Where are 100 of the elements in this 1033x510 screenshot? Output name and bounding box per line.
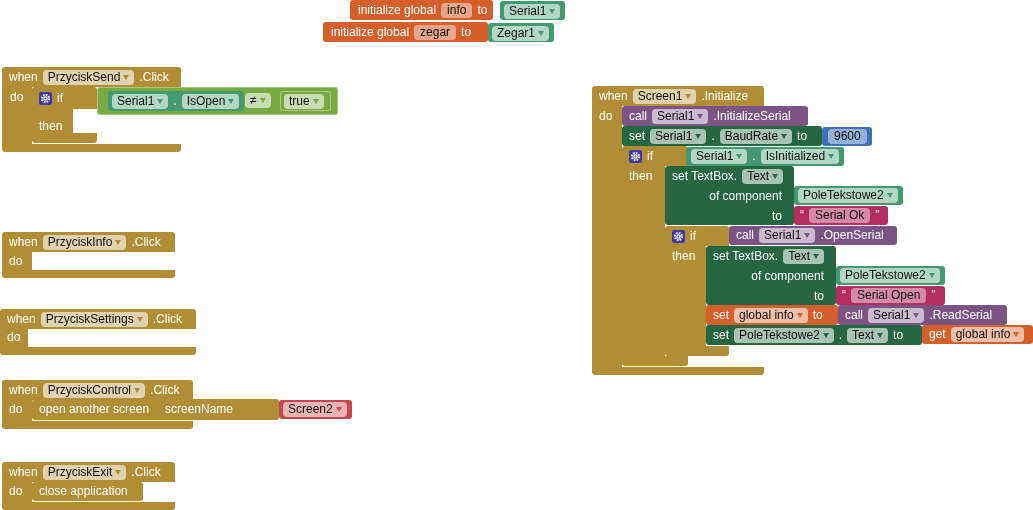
block-label: of component <box>709 188 782 204</box>
dropdown[interactable]: Serial1 <box>504 3 561 19</box>
block-label: .InitializeSerial <box>713 108 791 124</box>
block-label: . <box>173 93 177 109</box>
block-label: .Click <box>139 69 169 85</box>
block-label: to <box>814 288 824 304</box>
block-label: “ <box>842 287 846 303</box>
gear-icon[interactable] <box>629 149 642 163</box>
dropdown[interactable]: Screen1 <box>632 88 697 104</box>
dropdown[interactable]: Serial1 <box>112 93 169 109</box>
dropdown[interactable]: PoleTekstowe2 <box>840 267 940 283</box>
dropdown[interactable]: Text <box>783 248 825 264</box>
dropdown[interactable]: PrzyciskSettings <box>40 311 148 327</box>
block-label: do <box>9 401 23 417</box>
dropdown-arrow-icon <box>796 312 803 318</box>
dropdown-arrow-icon <box>115 469 122 475</box>
dropdown-arrow-icon <box>1013 331 1020 337</box>
block-label: set TextBox. <box>713 248 779 264</box>
dropdown[interactable]: PoleTekstowe2 <box>798 187 898 203</box>
gear-icon[interactable] <box>39 91 52 105</box>
block-label: to <box>461 24 472 40</box>
dropdown[interactable]: Serial1 <box>868 307 925 323</box>
block-label: when <box>7 311 36 327</box>
block-label: .Initialize <box>701 88 749 104</box>
dropdown[interactable]: BaudRate <box>719 128 793 144</box>
dropdown-arrow-icon <box>312 98 319 104</box>
dropdown[interactable]: PrzyciskControl <box>42 382 146 398</box>
dropdown-arrow-icon <box>123 74 130 80</box>
block-label: .Click <box>150 382 180 398</box>
block-field[interactable]: info <box>441 2 473 18</box>
block-label: to <box>812 307 823 323</box>
block-label: call <box>845 307 863 323</box>
block-label: if <box>57 90 63 106</box>
block-label: “ <box>800 207 804 223</box>
block-label: when <box>9 382 38 398</box>
dropdown-arrow-icon <box>804 232 811 238</box>
block-field[interactable]: zegar <box>414 24 457 40</box>
dropdown-arrow-icon <box>772 173 779 179</box>
dropdown-arrow-icon <box>928 272 935 278</box>
dropdown[interactable]: true <box>284 93 324 109</box>
block-label: open another screen <box>39 401 150 417</box>
dropdown-arrow-icon <box>913 312 920 318</box>
dropdown[interactable]: Serial1 <box>691 148 748 164</box>
block-label: close application <box>39 483 128 499</box>
dropdown-arrow-icon <box>828 153 835 159</box>
dropdown-arrow-icon <box>781 133 788 139</box>
block-label: then <box>672 248 696 264</box>
block-label: .Click <box>131 464 161 480</box>
dropdown[interactable]: IsOpen <box>181 93 240 109</box>
dropdown-arrow-icon <box>886 192 893 198</box>
dropdown-arrow-icon <box>136 316 143 322</box>
dropdown[interactable]: global info <box>734 307 808 323</box>
dropdown[interactable]: Serial1 <box>652 108 709 124</box>
dropdown[interactable]: Screen2 <box>283 401 347 417</box>
block-field[interactable]: 9600 <box>828 128 867 144</box>
block-label: then <box>39 118 63 134</box>
block-label: .OpenSerial <box>820 227 884 243</box>
dropdown-arrow-icon <box>697 113 704 119</box>
dropdown[interactable]: PrzyciskSend <box>42 69 135 85</box>
dropdown[interactable]: Serial1 <box>650 128 707 144</box>
dropdown[interactable]: Text <box>847 327 889 343</box>
block-label: initialize global <box>331 24 410 40</box>
block-label: get <box>929 326 946 342</box>
dropdown-arrow-icon <box>228 98 235 104</box>
block-field[interactable]: Serial Open <box>851 287 927 303</box>
block-label: when <box>9 69 38 85</box>
block-label: to <box>893 327 904 343</box>
dropdown[interactable]: Zegar1 <box>492 25 550 41</box>
dropdown[interactable]: IsInitialized <box>760 148 840 164</box>
block-label: to <box>477 2 488 18</box>
dropdown[interactable]: Text <box>742 168 784 184</box>
block-label: .Click <box>152 311 183 327</box>
gear-icon[interactable] <box>672 229 685 243</box>
dropdown-arrow-icon <box>877 332 884 338</box>
dropdown[interactable]: ≠ <box>245 92 271 108</box>
dropdown-arrow-icon <box>695 133 702 139</box>
block-label: if <box>647 148 653 164</box>
dropdown[interactable]: PrzyciskInfo <box>42 234 127 250</box>
dropdown-arrow-icon <box>259 97 266 103</box>
dropdown[interactable]: PoleTekstowe2 <box>734 327 834 343</box>
dropdown[interactable]: PrzyciskExit <box>42 464 127 480</box>
block-label: do <box>10 89 24 105</box>
block-label: set <box>713 307 729 323</box>
dropdown-arrow-icon <box>822 332 829 338</box>
dropdown-arrow-icon <box>538 30 545 36</box>
block-label: do <box>9 483 23 499</box>
block-label: . <box>838 327 843 343</box>
block-label: do <box>9 253 23 269</box>
block-label: to <box>772 208 782 224</box>
dropdown[interactable]: global info <box>950 326 1025 342</box>
block-label: set <box>629 128 645 144</box>
dropdown-arrow-icon <box>335 406 342 412</box>
dropdown-arrow-icon <box>115 239 122 245</box>
dropdown[interactable]: Serial1 <box>759 227 816 243</box>
block-label: set TextBox. <box>672 168 738 184</box>
block-field[interactable]: Serial Ok <box>809 207 871 223</box>
dropdown-arrow-icon <box>813 253 820 259</box>
block-label: when <box>9 234 38 250</box>
dropdown-arrow-icon <box>685 93 692 99</box>
block-label: . <box>711 128 715 144</box>
